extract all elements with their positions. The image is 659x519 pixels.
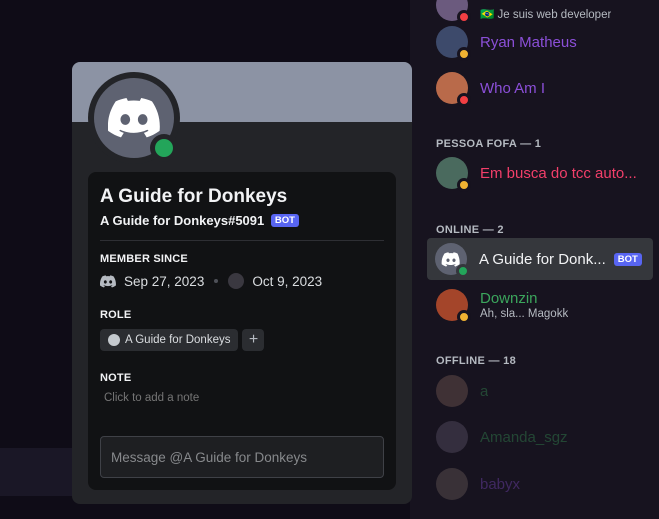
member-item-em-busca[interactable]: Em busca do tcc auto... [428,152,654,194]
role-name: A Guide for Donkeys [125,334,231,346]
online-status-indicator [150,134,178,162]
profile-body-card: A Guide for Donkeys A Guide for Donkeys#… [88,172,396,490]
member-item-amanda[interactable]: Amanda_sgz [428,416,654,458]
profile-username-row: A Guide for Donkeys#5091 BOT [100,213,384,228]
avatar [436,0,471,24]
member-name: Ryan Matheus [480,33,577,51]
bot-badge: BOT [270,214,299,227]
discord-icon [100,274,116,287]
avatar [436,375,468,407]
avatar [436,72,471,107]
member-list: 🇧🇷 Je suis web developer Ryan Matheus Wh… [410,0,659,519]
member-item-who-am-i[interactable]: Who Am I [428,67,654,109]
online-status-icon [456,264,470,278]
member-name: babyx [480,475,521,493]
member-item-bot[interactable]: A Guide for Donk... BOT [427,238,653,280]
member-item-ryan[interactable]: Ryan Matheus [428,21,654,63]
member-name: Downzin [480,290,538,307]
group-header-offline: OFFLINE — 18 [436,355,516,367]
profile-display-name: A Guide for Donkeys [100,186,288,207]
user-profile-popout: A Guide for Donkeys A Guide for Donkeys#… [72,62,412,504]
avatar [436,421,468,453]
group-header-online: ONLINE — 2 [436,224,504,236]
idle-status-icon [457,47,471,61]
server-icon [228,273,245,289]
avatar [436,289,471,324]
note-input[interactable] [104,392,364,404]
separator-dot [214,279,219,283]
member-name: A Guide for Donk... [479,250,606,268]
add-role-button[interactable]: + [242,329,265,351]
divider [100,240,384,241]
member-item-babyx[interactable]: babyx [428,463,654,505]
profile-avatar[interactable] [88,72,180,164]
discord-logo-icon [108,98,160,138]
dnd-status-icon [457,93,471,107]
member-status-text: Ah, sla... Magokk [480,308,569,320]
bot-badge: BOT [613,252,642,266]
member-name: Amanda_sgz [480,428,568,446]
member-item-downzin[interactable]: Downzin Ah, sla... Magokk [428,284,654,326]
member-name: Who Am I [480,79,546,97]
member-item-a[interactable]: a [428,370,654,412]
avatar [436,26,471,61]
role-pill[interactable]: A Guide for Donkeys [100,329,239,351]
note-title: NOTE [100,372,132,384]
message-input[interactable]: Message @A Guide for Donkeys [100,436,384,478]
idle-status-icon [457,178,471,192]
discord-logo-avatar [435,243,470,278]
member-status-text: 🇧🇷 Je suis web developer [480,9,612,21]
role-color-icon [108,334,120,346]
member-name [480,0,611,6]
server-join-date: Oct 9, 2023 [252,273,323,289]
idle-status-icon [457,310,471,324]
member-since-row: Sep 27, 2023 Oct 9, 2023 [100,273,384,289]
member-since-title: MEMBER SINCE [100,253,188,265]
avatar [436,157,471,192]
member-name: Em busca do tcc auto... [480,164,637,182]
profile-username[interactable]: A Guide for Donkeys#5091 [100,213,264,228]
role-list: A Guide for Donkeys + [100,329,384,351]
avatar [436,468,468,500]
role-title: ROLE [100,309,132,321]
group-header-pessoa-fofa: PESSOA FOFA — 1 [436,138,542,150]
online-status-icon [155,139,173,157]
member-name: a [480,382,489,400]
discord-join-date: Sep 27, 2023 [124,273,205,289]
